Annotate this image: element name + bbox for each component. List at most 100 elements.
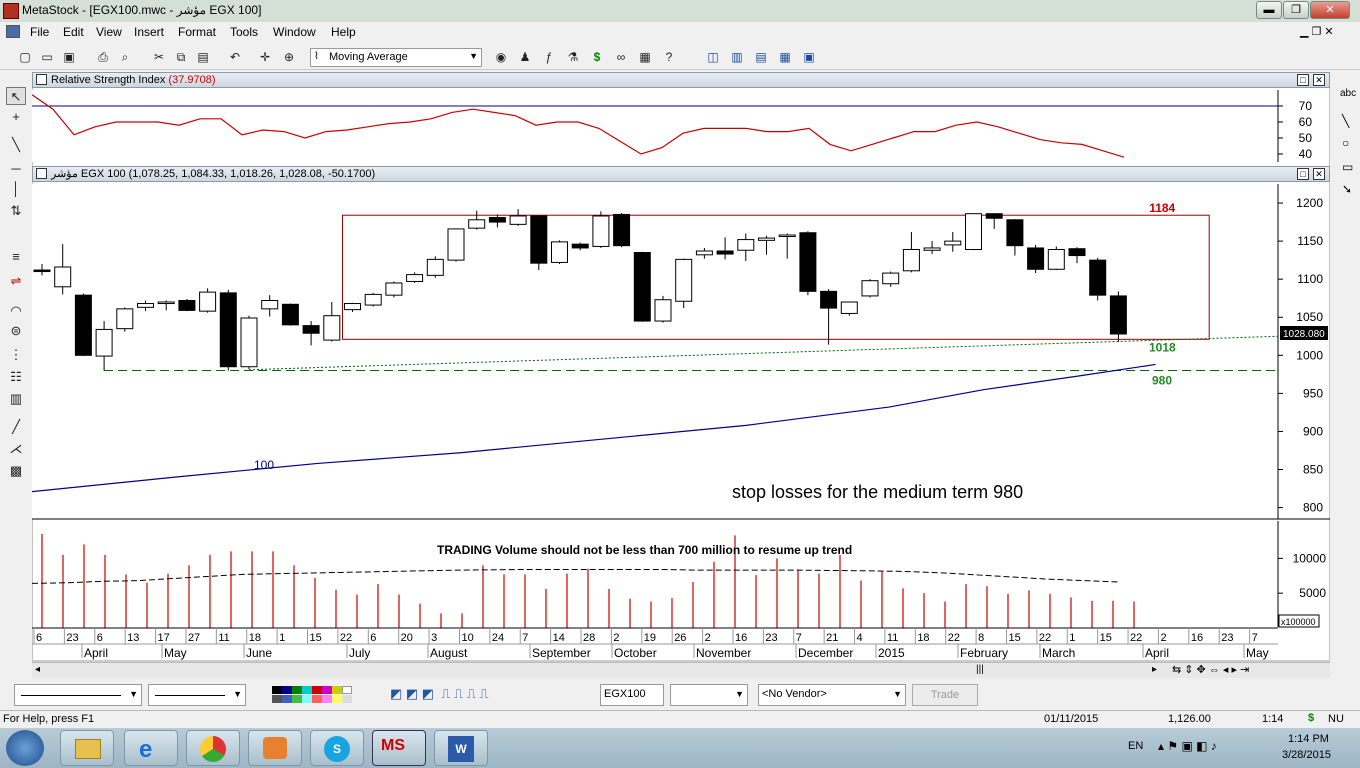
chart-nav-icons[interactable]: ⇆ ⇕ ✥ ⇔ ◂ ▸ ⇥ (1172, 663, 1249, 676)
split-icon[interactable]: ⇅ (6, 202, 26, 220)
cycle-lines-icon[interactable]: ▥ (6, 390, 26, 408)
ellipse-icon[interactable]: ○ (1342, 136, 1349, 150)
close-button[interactable]: ✕ (1310, 1, 1350, 19)
chrome-task-icon[interactable] (186, 730, 240, 766)
dollar-icon[interactable]: $ (588, 49, 606, 66)
scroll-thumb-icon[interactable]: ||| (976, 664, 984, 675)
paste-icon[interactable]: ▤ (194, 49, 212, 66)
print-preview-icon[interactable]: ⌕ (116, 49, 134, 66)
panel-menu-icon[interactable] (36, 74, 47, 85)
line-tool-icon[interactable]: ╱ (6, 418, 26, 436)
menu-edit[interactable]: Edit (63, 25, 84, 39)
ie-task-icon[interactable]: e (124, 730, 178, 766)
explorer-icon[interactable]: ♟ (516, 49, 534, 66)
help-pointer-icon[interactable]: ? (660, 49, 678, 66)
panel-maximize-icon[interactable]: □ (1297, 74, 1309, 86)
chart-scrollbar[interactable]: ◂ ||| ▸ ⇆ ⇕ ✥ ⇔ ◂ ▸ ⇥ (32, 662, 1330, 678)
pointer-icon[interactable]: ↖ (6, 87, 26, 105)
panel-close-icon[interactable]: ✕ (1313, 74, 1325, 86)
chevron-down-icon[interactable]: ▼ (233, 689, 242, 699)
vertical-line-icon[interactable]: │ (6, 180, 26, 198)
speed-line-icon[interactable]: ⋮ (6, 346, 26, 364)
menu-insert[interactable]: Insert (134, 25, 164, 39)
start-button[interactable] (6, 730, 44, 766)
window-tile-vertical-icon[interactable]: ▥ (728, 49, 746, 66)
retracement-icon[interactable]: ☷ (6, 368, 26, 386)
word-task-icon[interactable]: W (434, 730, 488, 766)
tray-icons[interactable]: ▴ ⚑ ▣ ◧ ♪ (1158, 739, 1217, 753)
price-tick-label: 1200 (1296, 196, 1323, 210)
arc-icon[interactable]: ◠ (6, 302, 26, 320)
menu-tools[interactable]: Tools (230, 25, 258, 39)
crosshair-tool-icon[interactable]: + (6, 108, 26, 126)
formula-icon[interactable]: ƒ (540, 49, 558, 66)
gann-fan-icon[interactable]: ⋌ (6, 440, 26, 458)
panel-menu-icon[interactable] (36, 168, 47, 179)
menu-help[interactable]: Help (331, 25, 356, 39)
open-folder-icon[interactable]: ▭ (38, 49, 56, 66)
window-arrange-icon[interactable]: ▣ (800, 49, 818, 66)
chevron-down-icon[interactable]: ▼ (129, 689, 138, 699)
fib-fan-icon[interactable]: ⇌ (6, 272, 26, 290)
period-select[interactable]: ▼ (670, 684, 748, 706)
window-cascade-icon[interactable]: ◫ (704, 49, 722, 66)
chart-style-icons[interactable]: ◩ ◩ ◩ ⎍ ⎍ ⎍ ⎍ (390, 686, 580, 704)
window-grid-icon[interactable]: ▦ (776, 49, 794, 66)
scroll-left-icon[interactable]: ◂ (35, 664, 40, 675)
cut-icon[interactable]: ✂ (150, 49, 168, 66)
panel-close-icon[interactable]: ✕ (1313, 168, 1325, 180)
menu-window[interactable]: Window (273, 25, 316, 39)
indicator-select[interactable]: Moving Average ⌇ ▼ (310, 48, 482, 67)
menu-file[interactable]: File (30, 25, 49, 39)
metastock-task-icon[interactable]: MS (372, 730, 426, 766)
mdi-controls[interactable]: ▁ ❐ ✕ (1300, 25, 1334, 38)
language-indicator[interactable]: EN (1128, 740, 1143, 752)
expert-icon[interactable]: ◉ (492, 49, 510, 66)
price-panel-title[interactable]: مؤشر EGX 100 (1,078.25, 1,084.33, 1,018.… (32, 166, 1330, 182)
calculator-icon[interactable]: ▦ (636, 49, 654, 66)
menu-format[interactable]: Format (178, 25, 216, 39)
x-day-label: 27 (188, 632, 200, 644)
restore-button[interactable]: ❐ (1283, 1, 1309, 19)
copy-icon[interactable]: ⧉ (172, 49, 190, 66)
chevron-down-icon[interactable]: ▼ (893, 689, 902, 699)
chart-window[interactable]: 70605040 1200115011001050100095090085080… (32, 72, 1330, 662)
crosshair-icon[interactable]: ✛ (256, 49, 274, 66)
line-style-select[interactable]: ▼ (14, 684, 142, 706)
clock-date[interactable]: 3/28/2015 (1282, 749, 1331, 761)
scroll-right-icon[interactable]: ▸ (1152, 664, 1157, 675)
undo-icon[interactable]: ↶ (226, 49, 244, 66)
menu-view[interactable]: View (96, 25, 122, 39)
print-icon[interactable]: ⎙ (94, 49, 112, 66)
candle-body (54, 266, 72, 288)
clock-time[interactable]: 1:14 PM (1288, 733, 1329, 745)
new-file-icon[interactable]: ▢ (16, 49, 34, 66)
arrow-shape-icon[interactable]: ➘ (1342, 182, 1352, 196)
fibonacci-icon[interactable]: ≡ (6, 248, 26, 266)
horizontal-line-icon[interactable]: ─ (6, 160, 26, 178)
chevron-down-icon[interactable]: ▼ (735, 689, 744, 699)
rectangle-icon[interactable]: ▭ (1342, 160, 1353, 174)
vendor-select[interactable]: <No Vendor> ▼ (758, 684, 906, 706)
color-palette[interactable] (272, 686, 356, 704)
channel-icon[interactable]: ⊜ (6, 322, 26, 340)
text-tool-icon[interactable]: abc (1340, 88, 1356, 99)
trendline-tool-icon[interactable]: ╲ (6, 136, 26, 154)
media-task-icon[interactable] (248, 730, 302, 766)
symbol-field[interactable]: EGX100 (600, 684, 664, 706)
system-tester-icon[interactable]: ⚗ (564, 49, 582, 66)
line-shape-icon[interactable]: ╲ (1342, 114, 1349, 128)
grid-tool-icon[interactable]: ▩ (6, 462, 26, 480)
binoculars-icon[interactable]: ∞ (612, 49, 630, 66)
window-tile-horizontal-icon[interactable]: ▤ (752, 49, 770, 66)
save-icon[interactable]: ▣ (60, 49, 78, 66)
explorer-task-icon[interactable] (60, 730, 114, 766)
panel-maximize-icon[interactable]: □ (1297, 168, 1309, 180)
zoom-icon[interactable]: ⊕ (280, 49, 298, 66)
minimize-button[interactable]: ▬ (1256, 1, 1282, 19)
rsi-panel-title[interactable]: Relative Strength Index (37.9708) □ ✕ (32, 72, 1330, 88)
chevron-down-icon[interactable]: ▼ (469, 51, 478, 61)
line-weight-select[interactable]: ▼ (148, 684, 246, 706)
trade-button[interactable]: Trade (912, 684, 978, 706)
skype-task-icon[interactable]: S (310, 730, 364, 766)
